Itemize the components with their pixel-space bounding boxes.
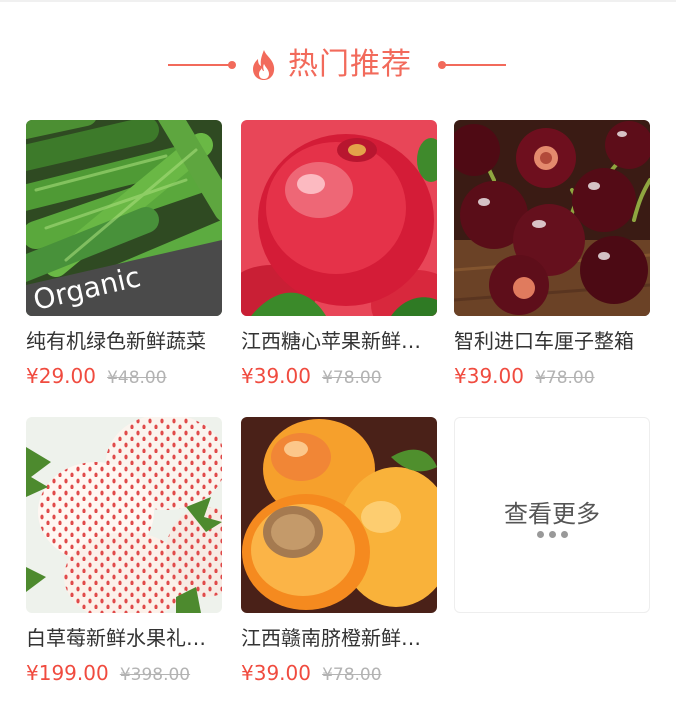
product-prices: ¥29.00 ¥48.00 <box>26 364 224 390</box>
product-image-white-strawberries[interactable] <box>26 417 222 613</box>
product-card[interactable]: 江西赣南脐橙新鲜水果 ¥39.00 ¥78.00 <box>241 417 439 687</box>
product-name: 江西赣南脐橙新鲜水果 <box>241 626 439 650</box>
product-original-price: ¥78.00 <box>535 368 595 388</box>
header-line-left <box>168 64 232 66</box>
product-name: 纯有机绿色新鲜蔬菜 <box>26 329 206 353</box>
product-card[interactable]: 江西糖心苹果新鲜水果 ¥39.00 ¥78.00 <box>241 120 439 390</box>
product-original-price: ¥78.00 <box>322 368 382 388</box>
product-price: ¥39.00 <box>241 661 311 685</box>
product-image-green-peas[interactable]: Organic <box>26 120 222 316</box>
view-more-label: 查看更多 <box>504 500 600 528</box>
product-original-price: ¥398.00 <box>119 665 191 685</box>
product-card[interactable]: 智利进口车厘子整箱 ¥39.00 ¥78.00 <box>454 120 652 390</box>
product-image-cherries[interactable] <box>454 120 650 316</box>
section-title: 热门推荐 <box>288 47 412 82</box>
top-divider <box>0 0 676 2</box>
product-prices: ¥39.00 ¥78.00 <box>241 661 439 687</box>
product-prices: ¥39.00 ¥78.00 <box>454 364 652 390</box>
product-prices: ¥199.00 ¥398.00 <box>26 661 224 687</box>
product-name: 智利进口车厘子整箱 <box>454 329 634 353</box>
product-original-price: ¥78.00 <box>322 665 382 685</box>
product-name: 白草莓新鲜水果礼盒装 <box>26 626 224 650</box>
section-header: 热门推荐 <box>0 42 676 88</box>
product-original-price: ¥48.00 <box>107 368 167 388</box>
product-image-red-apple[interactable] <box>241 120 437 316</box>
product-price: ¥199.00 <box>26 661 109 685</box>
flame-icon <box>253 50 275 80</box>
product-image-apricots[interactable] <box>241 417 437 613</box>
product-card[interactable]: 白草莓新鲜水果礼盒装 ¥199.00 ¥398.00 <box>26 417 224 687</box>
view-more-button[interactable]: 查看更多 <box>454 417 650 613</box>
product-price: ¥39.00 <box>241 364 311 388</box>
product-price: ¥39.00 <box>454 364 524 388</box>
header-dot-left <box>228 61 236 69</box>
header-line-right <box>442 64 506 66</box>
product-name: 江西糖心苹果新鲜水果 <box>241 329 439 353</box>
product-price: ¥29.00 <box>26 364 96 388</box>
ellipsis-icon <box>455 531 649 538</box>
product-card[interactable]: Organic 纯有机绿色新鲜蔬菜 ¥29.00 ¥48.00 <box>26 120 224 390</box>
product-prices: ¥39.00 ¥78.00 <box>241 364 439 390</box>
